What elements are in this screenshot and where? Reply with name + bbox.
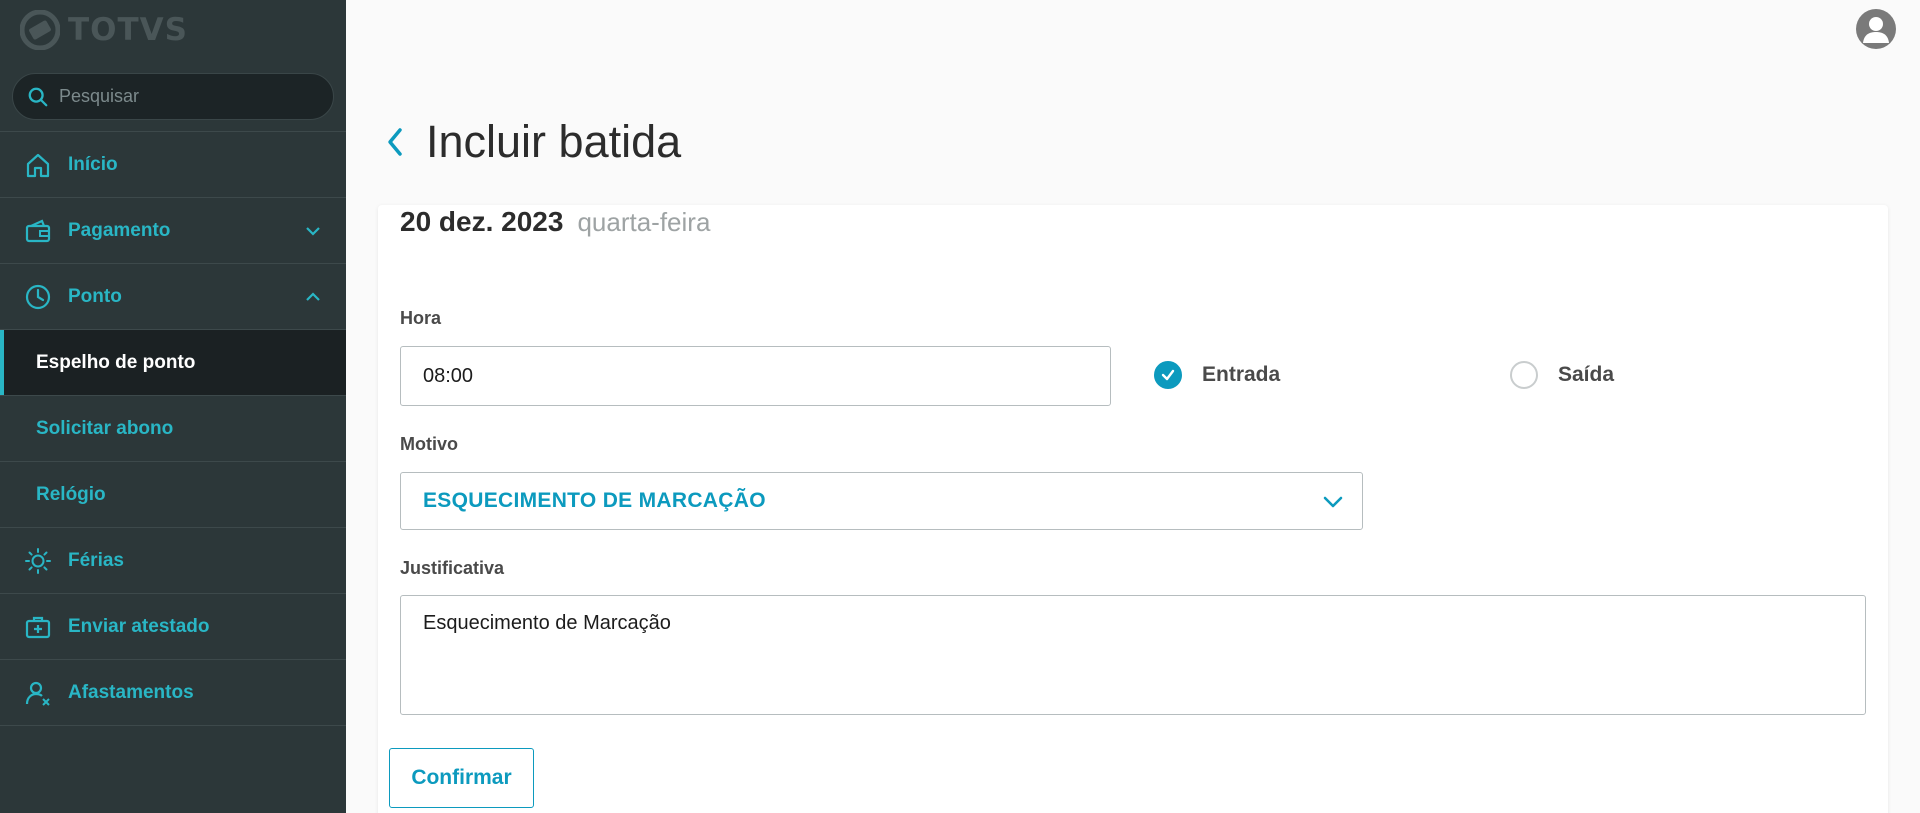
- search-placeholder: Pesquisar: [59, 86, 140, 106]
- hora-input[interactable]: 08:00: [400, 346, 1111, 406]
- page-header: Incluir batida: [384, 116, 681, 168]
- sidebar-item-label: Espelho de ponto: [36, 351, 196, 373]
- radio-checked-icon: [1154, 361, 1182, 389]
- confirm-button[interactable]: Confirmar: [389, 748, 534, 808]
- hora-label: Hora: [400, 308, 442, 328]
- motivo-select[interactable]: ESQUECIMENTO DE MARCAÇÃO: [400, 472, 1363, 530]
- totvs-logo-icon: [20, 10, 60, 50]
- sidebar-item-espelho-de-ponto[interactable]: Espelho de ponto: [0, 330, 346, 396]
- motivo-label: Motivo: [400, 434, 458, 454]
- chevron-down-icon: [306, 227, 320, 236]
- sidebar-item-label: Afastamentos: [68, 681, 194, 703]
- sidebar-item-inicio[interactable]: Início: [0, 132, 346, 198]
- chevron-down-icon: [1323, 496, 1343, 508]
- chevron-up-icon: [306, 292, 320, 301]
- sidebar-item-label: Enviar atestado: [68, 615, 210, 637]
- sidebar-item-label: Relógio: [36, 483, 106, 505]
- hora-value: 08:00: [423, 364, 474, 387]
- motivo-selected-value: ESQUECIMENTO DE MARCAÇÃO: [423, 489, 766, 512]
- wallet-icon: [24, 217, 52, 245]
- date-heading: 20 dez. 2023 quarta-feira: [400, 206, 710, 238]
- sidebar-item-relogio[interactable]: Relógio: [0, 462, 346, 528]
- weekday-value: quarta-feira: [577, 207, 711, 237]
- search-icon: [28, 87, 48, 106]
- sidebar-item-ferias[interactable]: Férias: [0, 528, 346, 594]
- logo-text: TOTVS: [68, 12, 188, 48]
- back-chevron-icon[interactable]: [384, 126, 406, 158]
- sidebar-item-pagamento[interactable]: Pagamento: [0, 198, 346, 264]
- medical-kit-icon: [24, 613, 52, 641]
- sidebar-item-enviar-atestado[interactable]: Enviar atestado: [0, 594, 346, 660]
- justificativa-label: Justificativa: [400, 558, 505, 578]
- sidebar-nav: Início Pagamento Ponto Espelho de ponto …: [0, 131, 346, 726]
- sidebar-item-label: Pagamento: [68, 219, 171, 241]
- user-x-icon: [24, 679, 52, 707]
- sidebar-item-ponto[interactable]: Ponto: [0, 264, 346, 330]
- sidebar-item-label: Solicitar abono: [36, 417, 174, 439]
- radio-unchecked-icon: [1510, 361, 1538, 389]
- sidebar: TOTVS Pesquisar Início Pagamento Ponto E…: [0, 0, 346, 813]
- sidebar-item-label: Ponto: [68, 285, 122, 307]
- totvs-logo[interactable]: TOTVS: [20, 8, 188, 52]
- date-value: 20 dez. 2023: [400, 206, 564, 237]
- justificativa-value: Esquecimento de Marcação: [423, 612, 671, 634]
- radio-saida-label: Saída: [1558, 363, 1615, 386]
- radio-entrada[interactable]: Entrada: [1154, 361, 1280, 389]
- sun-icon: [24, 547, 52, 575]
- sidebar-item-label: Férias: [68, 549, 124, 571]
- radio-entrada-label: Entrada: [1202, 363, 1281, 386]
- sidebar-item-solicitar-abono[interactable]: Solicitar abono: [0, 396, 346, 462]
- user-avatar-icon[interactable]: [1856, 9, 1896, 49]
- search-input[interactable]: Pesquisar: [12, 73, 334, 120]
- sidebar-item-label: Início: [68, 153, 118, 175]
- radio-saida[interactable]: Saída: [1510, 361, 1614, 389]
- home-icon: [24, 151, 52, 179]
- justificativa-textarea[interactable]: Esquecimento de Marcação: [400, 595, 1866, 715]
- clock-icon: [24, 283, 52, 311]
- sidebar-item-afastamentos[interactable]: Afastamentos: [0, 660, 346, 726]
- page-title: Incluir batida: [426, 116, 682, 167]
